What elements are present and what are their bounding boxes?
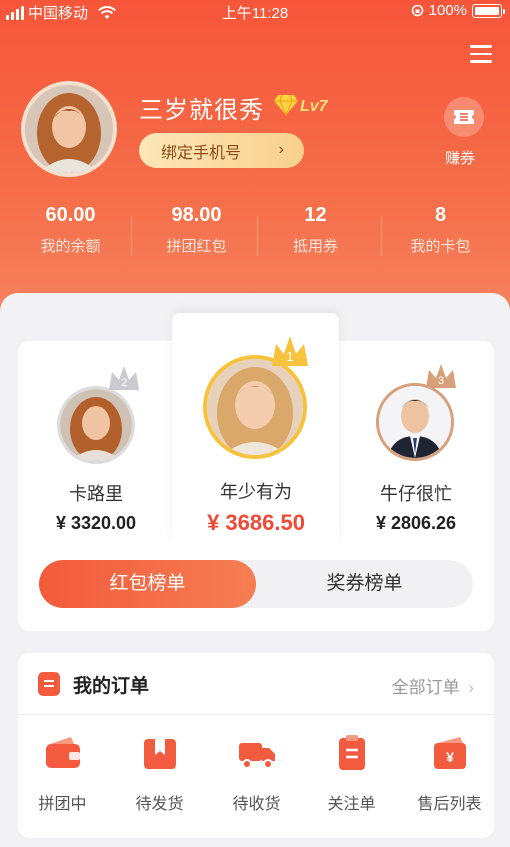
rank-3-name: 牛仔很忙 [380,484,452,504]
rank-3-avatar[interactable] [376,383,454,461]
battery-percent: 100% [428,2,467,19]
svg-text:2: 2 [121,377,127,389]
stat-value: 60.00 [45,204,96,226]
order-status-label: 售后列表 [417,796,482,813]
tab-redpacket-ranking[interactable]: 红包榜单 [39,560,256,608]
stat-balance[interactable]: 60.00 我的余额 [7,204,134,256]
svg-text:1: 1 [286,349,293,364]
stat-label: 我的卡包 [410,238,471,255]
rank-3-amount: ¥ 2806.26 [375,513,457,533]
order-status-to-ship[interactable]: 待发货 [112,733,207,814]
diamond-icon [274,94,298,116]
svg-text:¥: ¥ [446,749,454,765]
order-status-followed[interactable]: 关注单 [304,733,399,814]
stat-label: 拼团红包 [166,238,227,255]
ranking-tabs: 红包榜单 奖券榜单 [39,560,473,608]
gift-box-icon [143,739,176,769]
svg-text:3: 3 [438,375,444,387]
yen-card-icon: ¥ [433,737,466,769]
level-badge: Lv7 [300,98,328,115]
order-status-label: 关注单 [327,796,376,813]
rank-1-name: 年少有为 [220,482,292,502]
truck-icon [238,743,275,769]
profile-header: 中国移动 上午11:28 100% 三岁就很秀 Lv7 绑定手机号 › 赚券 6… [0,0,510,330]
stat-label: 抵用券 [292,238,338,255]
bronze-crown-icon: 3 [426,364,456,388]
stat-card-wallet[interactable]: 8 我的卡包 [377,204,504,256]
earn-coupon-button[interactable] [444,97,484,137]
wallet-icon [45,737,80,768]
orders-header: 我的订单 全部订单 › [18,653,494,715]
stat-value: 98.00 [171,204,222,226]
rank-1-avatar[interactable] [203,355,307,459]
divider [131,216,132,256]
rotation-lock-icon [411,4,423,17]
order-status-label: 拼团中 [38,796,87,813]
stat-label: 我的余额 [40,238,101,255]
all-orders-label: 全部订单 [391,678,460,697]
order-list-icon [38,672,60,696]
rank-2-avatar[interactable] [57,386,135,464]
stat-value: 12 [304,204,327,226]
status-bar: 中国移动 上午11:28 100% [0,0,510,22]
coupon-icon [454,110,474,124]
orders-title: 我的订单 [73,676,150,697]
bind-phone-button[interactable]: 绑定手机号 › [139,133,304,168]
tab-voucher-ranking[interactable]: 奖券榜单 [256,560,473,608]
bind-phone-label: 绑定手机号 [161,144,242,162]
orders-card: 我的订单 全部订单 › 拼团中 待发货 待收货 关注单 ¥ 售后列表 [18,653,494,838]
earn-coupon-label[interactable]: 赚券 [445,147,475,168]
rank-2-name: 卡路里 [69,484,123,504]
menu-icon[interactable] [470,45,492,63]
order-status-grouping[interactable]: 拼团中 [15,733,110,814]
order-status-to-receive[interactable]: 待收货 [209,733,304,814]
order-status-after-sales[interactable]: ¥ 售后列表 [402,733,497,814]
clipboard-icon [338,735,365,770]
avatar[interactable] [21,81,117,177]
order-status-label: 待收货 [232,796,281,813]
battery-icon [472,3,505,18]
chevron-right-icon: › [468,678,474,697]
rank-2-amount: ¥ 3320.00 [55,513,137,533]
stat-group-redpacket[interactable]: 98.00 拼团红包 [133,204,260,256]
rank-1-amount: ¥ 3686.50 [207,510,305,535]
stat-vouchers[interactable]: 12 抵用券 [252,204,379,256]
all-orders-link[interactable]: 全部订单 › [392,673,474,698]
gold-crown-icon: 1 [272,336,308,366]
chevron-right-icon: › [278,141,284,158]
stats-row: 60.00 我的余额 98.00 拼团红包 12 抵用券 8 我的卡包 [0,204,510,264]
order-status-label: 待发货 [135,796,184,813]
stat-value: 8 [434,204,447,226]
username: 三岁就很秀 [139,97,264,124]
silver-crown-icon: 2 [109,366,139,390]
